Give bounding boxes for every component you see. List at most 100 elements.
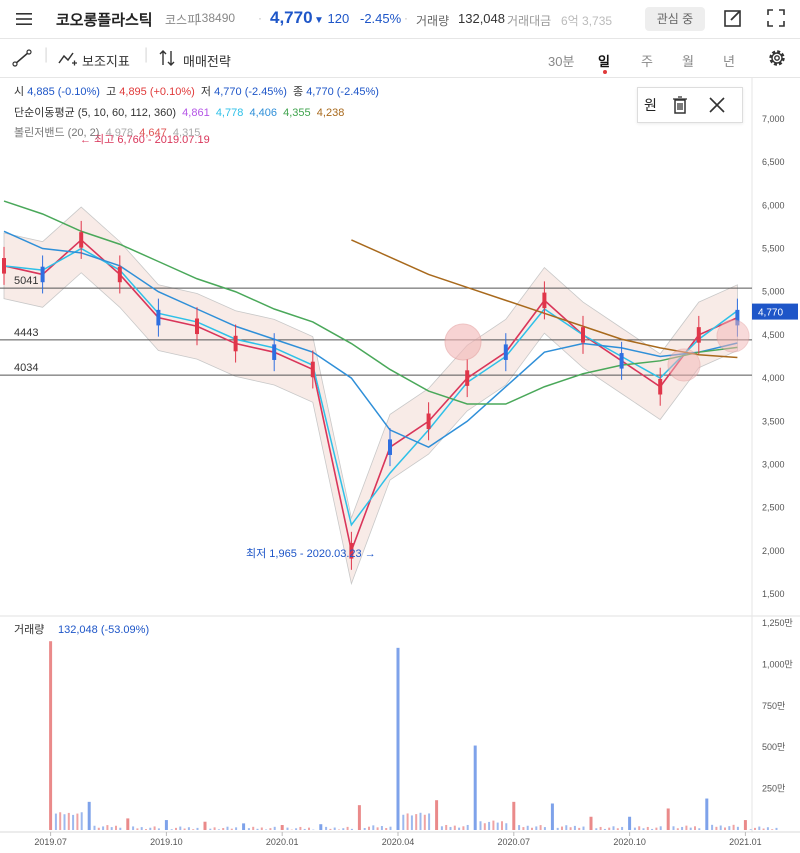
strategy-icon[interactable] [158,49,178,67]
candle-body [156,309,161,326]
unit-toggle[interactable]: 원 [644,95,657,115]
volume-bar-daily [526,825,529,830]
bollinger-legend: 볼린저밴드 (20, 2) 4,978 4,647 4,315 [14,124,200,140]
volume-bar-daily [561,826,563,830]
volume-bar-daily [698,828,701,830]
stock-chart[interactable]: 7,000 6,500 6,000 5,500 5,000 4,500 4,000 3,500… [0,78,800,853]
volume-bar [49,641,53,830]
volume-bar-daily [492,820,495,830]
candle-body [272,344,277,360]
volume-bar-daily [449,826,452,830]
volume-bar-daily [732,824,735,830]
period-week[interactable]: 주 [641,51,653,70]
volume-value: 132,048 [458,11,505,26]
trash-icon[interactable] [671,94,689,116]
sma-10-value: 4,778 [215,107,244,119]
x-axis-tick: 2020.07 [498,837,531,847]
low-value: 4,770 (-2.45%) [214,86,287,98]
high-label: 고 [106,86,117,98]
volume-bar-daily [209,828,212,830]
volume-bar-daily [638,826,641,830]
volume-bar-daily [97,827,100,830]
volume-bar-daily [140,827,143,830]
volume-bar [743,820,747,830]
volume-bar-daily [110,827,113,830]
close-label: 종 [293,86,304,98]
trade-amount-label: 거래대금 [507,14,552,28]
volume-bar-daily [736,826,739,830]
volume-bar-daily [308,827,310,830]
edit-icon[interactable] [723,8,743,28]
volume-bar-daily [115,825,117,830]
period-month[interactable]: 월 [682,51,694,70]
x-axis-tick: 2021.01 [729,837,762,847]
volume-bar-daily [762,828,765,830]
close-icon[interactable] [708,96,726,114]
watchlist-button[interactable]: 관심 중 [645,7,705,31]
candle-body [117,266,122,283]
volume-bar [705,798,709,830]
candle-body [233,335,238,352]
volume-bar-daily [76,813,79,830]
x-axis-tick: 2019.07 [34,837,67,847]
volume-bar [666,808,670,830]
volume-bar-daily [179,826,182,830]
indicators-button[interactable]: 보조지표 [82,51,130,70]
sma-legend: 단순이동평균 (5, 10, 60, 112, 360) 4,861 4,778… [14,104,344,120]
volume-bar-daily [303,828,306,830]
price-axis-tick: 6,500 [762,157,785,167]
x-axis-tick: 2019.10 [150,837,183,847]
volume-bar-daily [771,829,774,830]
toolbar-divider: | [144,46,149,63]
bollinger-label: 볼린저밴드 (20, 2) [14,127,100,139]
stock-name[interactable]: 코오롱플라스틱 [56,9,153,30]
fullscreen-icon[interactable] [766,8,786,28]
volume-bar-daily [325,826,328,830]
volume-bar-daily [63,814,66,830]
ohlc-legend: 시 4,885 (-0.10%) 고 4,895 (+0.10%) 저 4,77… [14,83,379,99]
volume-bar-daily [646,826,649,830]
volume-bar-daily [531,827,533,830]
volume-bar-daily [350,828,353,830]
volume-bar-daily [633,827,636,830]
volume-bar-daily [380,826,383,830]
down-arrow-icon: ▼ [314,15,324,26]
volume-bar-daily [222,828,225,830]
sma-360-value: 4,238 [316,107,345,119]
volume-bar [126,818,130,830]
volume-bar-daily [565,825,568,830]
x-axis-tick: 2020.04 [382,837,415,847]
menu-icon[interactable] [14,9,34,29]
toolbar-divider: | [44,46,49,63]
volume-bar-daily [612,826,615,830]
candle-body [658,378,663,395]
strategy-button[interactable]: 매매전략 [183,51,231,70]
period-year[interactable]: 년 [723,51,735,70]
volume-bar-daily [256,828,259,830]
period-day[interactable]: 일 [598,51,610,70]
indicator-icon[interactable] [58,49,78,67]
level-label: 4034 [14,362,38,374]
volume-bar-daily [376,827,379,830]
x-axis-tick: 2020.01 [266,837,299,847]
volume-bar-daily [458,827,461,830]
settings-gear-icon[interactable] [766,47,788,69]
sma-5-value: 4,861 [182,107,210,119]
volume-bar-daily [372,825,375,830]
volume-bar-daily [539,825,542,830]
volume-bar-daily [333,827,336,830]
price-axis-tick: 4,500 [762,330,785,340]
level-label: 5041 [14,275,38,287]
volume-axis-tick: 250만 [762,784,785,794]
price-axis-tick: 1,500 [762,589,785,599]
close-value: 4,770 (-2.45%) [306,86,379,98]
draw-line-icon[interactable] [12,49,32,67]
volume-bar [203,821,207,830]
volume-bar-daily [685,825,688,830]
volume-bar-daily [603,828,606,830]
volume-bar-daily [419,812,422,830]
period-30min[interactable]: 30분 [548,51,574,70]
volume-bar-daily [269,828,272,830]
candle-body [40,266,45,283]
volume-bar-daily [145,829,147,830]
